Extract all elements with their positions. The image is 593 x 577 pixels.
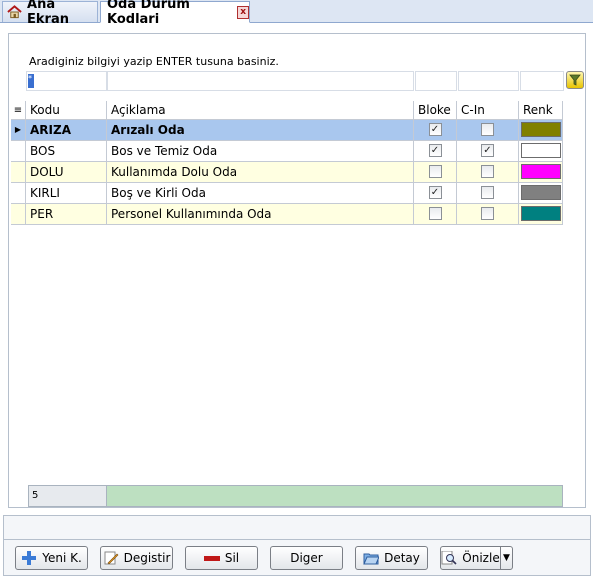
preview-button-label: Önizle [462,551,500,565]
edit-button-label: Degistir [123,551,171,565]
filter-icon[interactable] [566,71,584,89]
cell-aciklama[interactable]: Kullanımda Dolu Oda [107,162,414,183]
detail-button-label: Detay [384,551,420,565]
cell-bloke[interactable]: ✓ [414,141,457,162]
filter-aciklama-input[interactable] [107,71,414,91]
preview-button[interactable]: Önizle [440,546,501,570]
cell-cin[interactable] [457,120,519,141]
main-panel: Aradiginiz bilgiyi yazip ENTER tusuna ba… [8,33,586,508]
filter-kodu-input[interactable]: * [26,71,107,91]
bloke-checkbox[interactable]: ✓ [428,144,442,157]
col-renk[interactable]: Renk [519,101,563,120]
cin-checkbox[interactable] [481,186,494,199]
cell-kodu[interactable]: KIRLI [26,183,107,204]
filter-cin-input[interactable] [458,71,519,91]
record-count: 5 [29,486,107,506]
cell-cin[interactable] [457,183,519,204]
detail-button[interactable]: Detay [355,546,428,570]
row-indicator: ▶ [11,120,26,141]
table-row[interactable]: DOLU Kullanımda Dolu Oda [11,162,563,183]
new-button[interactable]: Yeni K. [15,546,88,570]
tab-active-label: Oda Durum Kodlari [107,0,190,27]
filter-value: * [28,74,34,88]
cell-aciklama[interactable]: Boş ve Kirli Oda [107,183,414,204]
cell-kodu[interactable]: DOLU [26,162,107,183]
bloke-checkbox[interactable]: ✓ [428,186,442,199]
close-tab-icon[interactable]: x [237,5,249,19]
table-row[interactable]: BOS Bos ve Temiz Oda ✓ ✓ [11,141,563,162]
magnifier-icon [441,551,457,565]
delete-button[interactable]: Sil [185,546,258,570]
col-aciklama[interactable]: Açiklama [107,101,414,120]
cell-kodu[interactable]: ARIZA [26,120,107,141]
cell-kodu[interactable]: BOS [26,141,107,162]
bloke-checkbox[interactable]: ✓ [428,123,442,136]
preview-dropdown-button[interactable]: ▼ [500,546,513,570]
cin-checkbox[interactable] [481,123,494,136]
cell-renk[interactable] [519,162,563,183]
filter-renk-input[interactable] [520,71,564,91]
cell-renk[interactable] [519,120,563,141]
other-button[interactable]: Diger [270,546,343,570]
other-button-label: Diger [290,551,323,565]
cell-bloke[interactable]: ✓ [414,183,457,204]
tab-oda-durum-kodlari[interactable]: Oda Durum Kodlari x [100,0,250,27]
cell-aciklama[interactable]: Arızalı Oda [107,120,414,141]
record-count-bar: 5 [28,485,563,507]
grid-menu-icon[interactable]: ≡ [11,101,26,120]
cell-cin[interactable]: ✓ [457,141,519,162]
plus-icon [22,551,37,565]
minus-icon [203,556,220,561]
search-hint: Aradiginiz bilgiyi yazip ENTER tusuna ba… [29,55,279,68]
new-button-label: Yeni K. [42,551,82,565]
pencil-icon [104,551,119,565]
table-row[interactable]: PER Personel Kullanımında Oda [11,204,563,225]
color-swatch [521,164,561,179]
cin-checkbox[interactable]: ✓ [481,144,494,157]
cell-aciklama[interactable]: Personel Kullanımında Oda [107,204,414,225]
table-row[interactable]: KIRLI Boş ve Kirli Oda ✓ [11,183,563,204]
color-swatch [521,122,561,137]
bloke-checkbox[interactable] [428,165,442,178]
tab-home-label: Ana Ekran [27,0,69,27]
row-indicator [11,162,26,183]
cell-kodu[interactable]: PER [26,204,107,225]
col-bloke[interactable]: Bloke [414,101,457,120]
color-swatch [521,143,561,158]
folder-icon [363,553,380,565]
col-cin[interactable]: C-In [457,101,519,120]
grid-header: ≡ Kodu Açiklama Bloke C-In Renk [11,101,563,122]
cin-checkbox[interactable] [481,165,494,178]
row-indicator [11,183,26,204]
cell-renk[interactable] [519,204,563,225]
home-icon [7,5,22,19]
row-indicator [11,204,26,225]
delete-button-label: Sil [224,551,240,565]
table-row[interactable]: ▶ ARIZA Arızalı Oda ✓ [11,120,563,141]
status-strip [3,515,591,540]
tab-ana-ekran[interactable]: Ana Ekran [2,0,98,27]
chevron-down-icon: ▼ [503,553,510,563]
cell-renk[interactable] [519,183,563,204]
edit-button[interactable]: Degistir [100,546,173,570]
cell-cin[interactable] [457,204,519,225]
filter-bloke-input[interactable] [415,71,457,91]
tab-strip: Ana Ekran Oda Durum Kodlari x [0,0,593,27]
color-swatch [521,206,561,221]
cell-bloke[interactable]: ✓ [414,120,457,141]
color-swatch [521,185,561,200]
cell-cin[interactable] [457,162,519,183]
cell-bloke[interactable] [414,162,457,183]
cell-renk[interactable] [519,141,563,162]
bloke-checkbox[interactable] [428,207,442,220]
cell-bloke[interactable] [414,204,457,225]
cell-aciklama[interactable]: Bos ve Temiz Oda [107,141,414,162]
row-indicator [11,141,26,162]
cin-checkbox[interactable] [481,207,494,220]
col-kodu[interactable]: Kodu [26,101,107,120]
